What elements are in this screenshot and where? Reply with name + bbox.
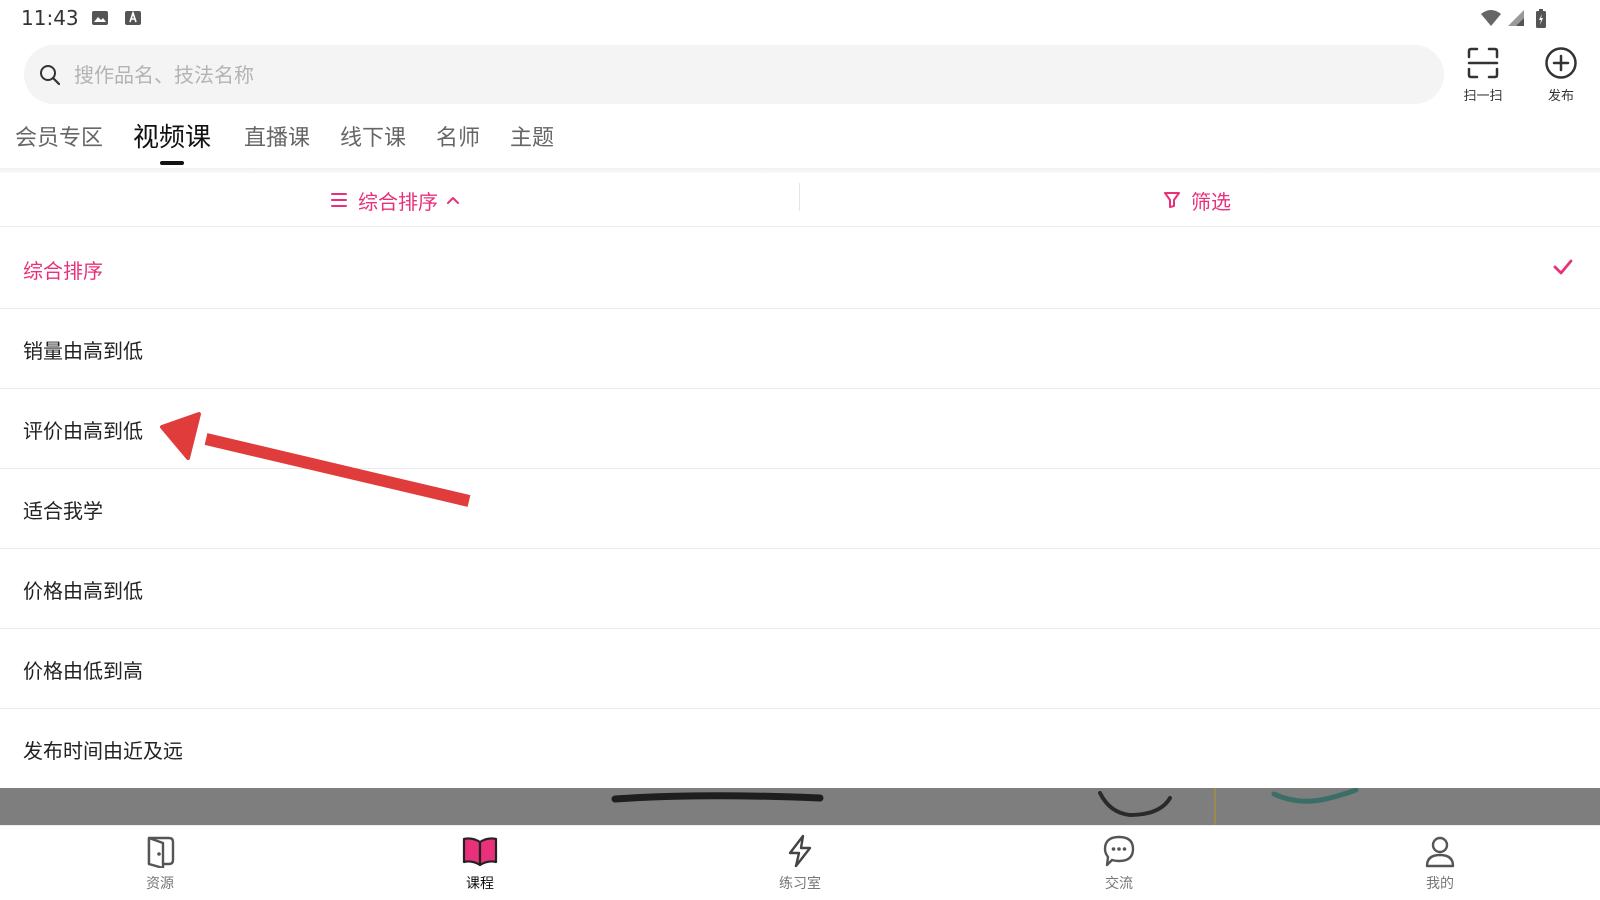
status-time: 11:43 <box>21 6 79 30</box>
app-notification-icon <box>125 10 141 25</box>
list-icon <box>331 193 347 207</box>
dimmed-content-overlay[interactable] <box>0 788 1600 825</box>
sort-option-price-desc[interactable]: 价格由高到低 <box>0 549 1600 629</box>
background-artwork-image <box>611 788 1359 825</box>
nav-community[interactable]: 交流 <box>1079 834 1159 893</box>
sort-option-label: 评价由高到低 <box>23 419 143 443</box>
publish-label: 发布 <box>1547 89 1574 104</box>
sort-option-suitable-for-me[interactable]: 适合我学 <box>0 469 1600 549</box>
scan-icon <box>1467 47 1499 79</box>
tab-member-zone[interactable]: 会员专区 <box>15 120 103 152</box>
tab-famous-teacher[interactable]: 名师 <box>436 120 480 152</box>
sort-filter-bar: 综合排序 筛选 <box>0 173 1600 227</box>
search-icon <box>40 65 61 86</box>
sort-option-price-asc[interactable]: 价格由低到高 <box>0 629 1600 709</box>
lightning-icon <box>788 834 812 868</box>
tab-live-course[interactable]: 直播课 <box>244 120 310 152</box>
search-bar[interactable] <box>24 45 1444 104</box>
nav-community-label: 交流 <box>1105 876 1133 892</box>
active-tab-indicator <box>160 161 184 165</box>
tab-theme[interactable]: 主题 <box>510 120 554 152</box>
nav-practice-room[interactable]: 练习室 <box>760 834 840 893</box>
sort-option-label: 销量由高到低 <box>23 339 143 363</box>
nav-courses-label: 课程 <box>466 876 494 892</box>
nav-profile[interactable]: 我的 <box>1400 834 1480 893</box>
sort-option-sales-desc[interactable]: 销量由高到低 <box>0 309 1600 389</box>
sort-option-rating-desc[interactable]: 评价由高到低 <box>0 389 1600 469</box>
checkmark-icon <box>1553 259 1573 275</box>
book-icon <box>462 837 498 867</box>
publish-button[interactable]: 发布 <box>1526 46 1596 108</box>
sort-option-label: 发布时间由近及远 <box>23 739 183 763</box>
category-tabs: 会员专区 视频课 直播课 线下课 名师 主题 <box>0 120 1600 168</box>
scan-label: 扫一扫 <box>1463 89 1503 104</box>
add-circle-icon <box>1545 47 1577 79</box>
nav-courses[interactable]: 课程 <box>440 834 520 893</box>
resource-icon <box>147 836 175 868</box>
nav-practice-room-label: 练习室 <box>779 876 821 892</box>
tab-offline-course[interactable]: 线下课 <box>340 120 406 152</box>
sort-option-label: 适合我学 <box>23 499 103 523</box>
filter-label: 筛选 <box>1191 189 1231 214</box>
chevron-up-icon <box>447 197 459 204</box>
tab-video-course[interactable]: 视频课 <box>133 117 211 154</box>
signal-icon <box>1508 10 1524 26</box>
image-icon <box>92 11 108 25</box>
filter-icon <box>1164 192 1180 208</box>
sort-divider <box>799 183 800 211</box>
filter-button[interactable]: 筛选 <box>1163 185 1231 215</box>
sort-option-label: 价格由低到高 <box>23 659 143 683</box>
sort-label: 综合排序 <box>358 189 438 214</box>
sort-options-list: 综合排序 销量由高到低 评价由高到低 适合我学 价格由高到低 价格由低到高 发布… <box>0 229 1600 787</box>
sort-option-label: 综合排序 <box>23 259 103 283</box>
person-icon <box>1425 836 1455 868</box>
nav-resources-label: 资源 <box>146 876 174 892</box>
scan-button[interactable]: 扫一扫 <box>1448 46 1518 108</box>
search-input[interactable] <box>74 45 1374 104</box>
nav-profile-label: 我的 <box>1426 876 1454 892</box>
chat-icon <box>1103 835 1135 867</box>
nav-resources[interactable]: 资源 <box>120 834 200 893</box>
sort-option-label: 价格由高到低 <box>23 579 143 603</box>
status-bar: 11:43 <box>0 0 1600 36</box>
bottom-navigation: 资源 课程 练习室 交流 我的 <box>0 825 1600 900</box>
sort-dropdown-button[interactable]: 综合排序 <box>330 185 470 215</box>
sort-option-publish-time[interactable]: 发布时间由近及远 <box>0 709 1600 787</box>
battery-icon <box>1536 9 1546 28</box>
sort-option-comprehensive[interactable]: 综合排序 <box>0 229 1600 309</box>
wifi-icon <box>1481 10 1501 26</box>
